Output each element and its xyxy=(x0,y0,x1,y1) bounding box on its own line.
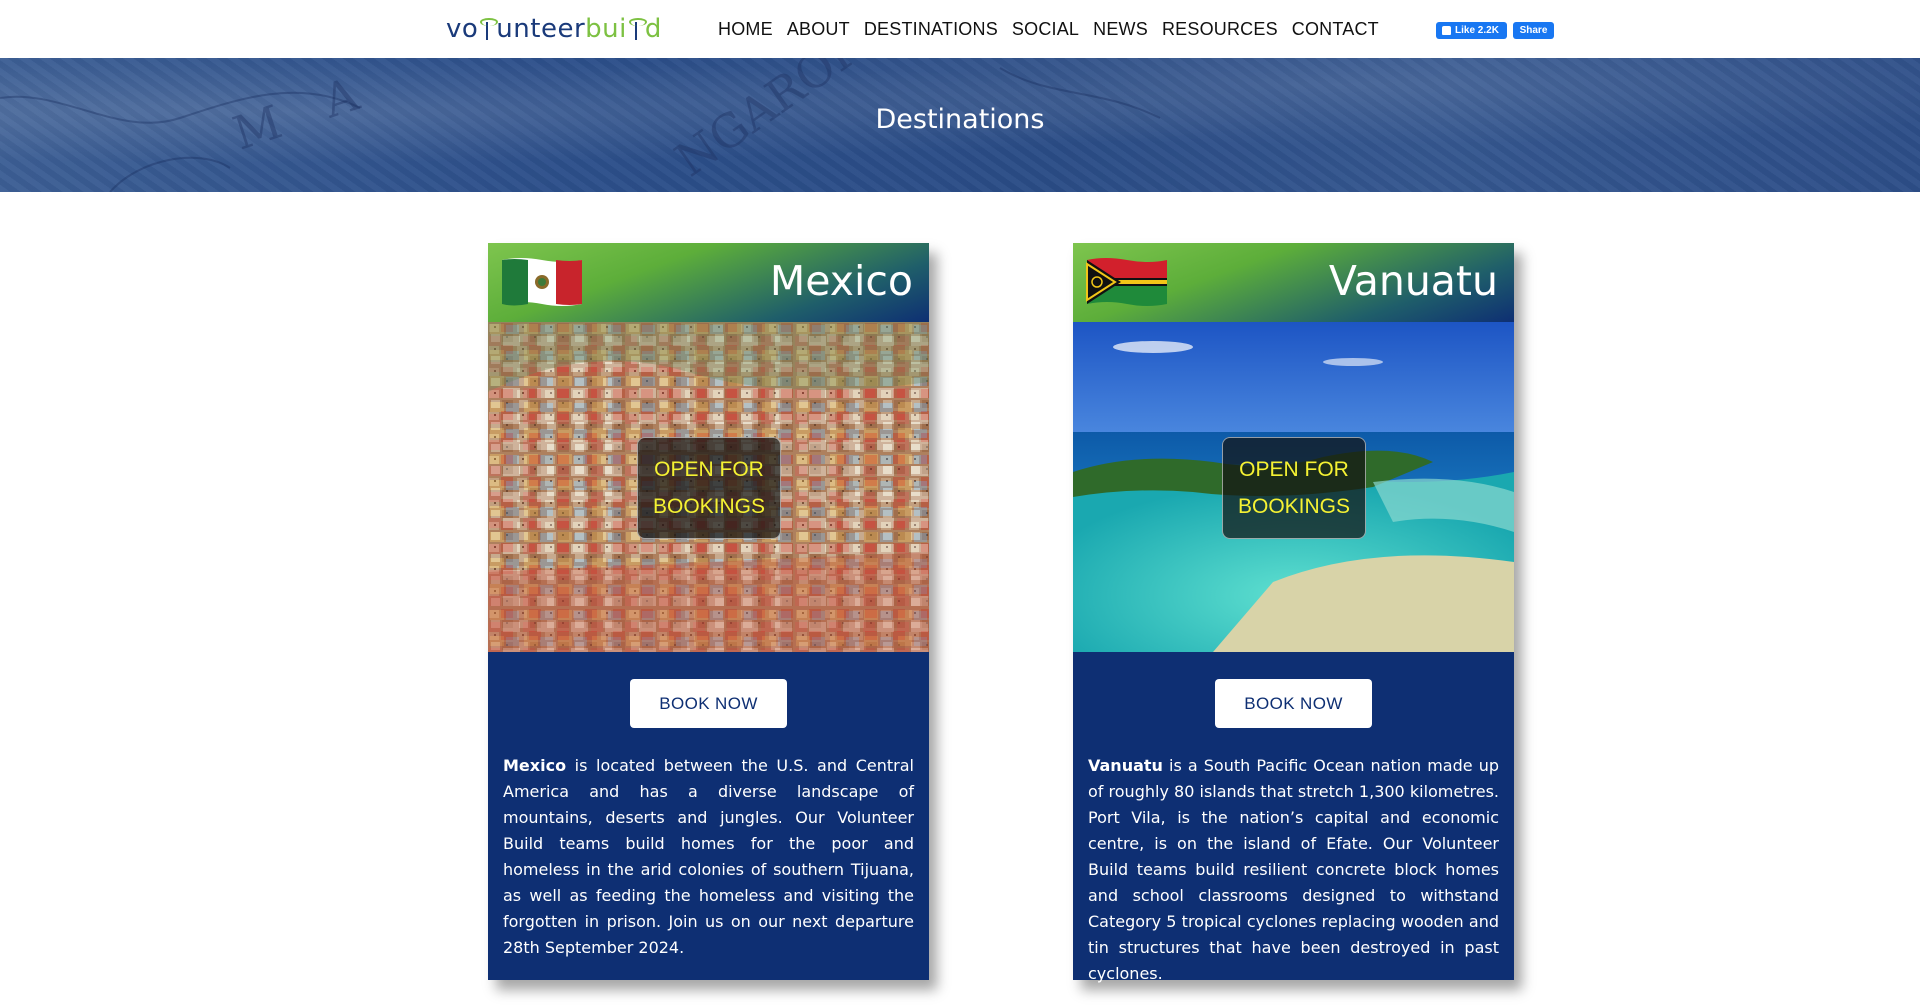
open-for-bookings-badge: OPEN FOR BOOKINGS xyxy=(1222,437,1366,539)
site-header: vo unteer bui d HOME ABOUT DESTINATIONS SOC… xyxy=(0,0,1920,58)
card-header: Mexico xyxy=(488,243,929,322)
destination-card-mexico: Mexico OPEN FOR BOOKINGS BOOK NOW Mexico… xyxy=(488,243,929,980)
logo-tool-icon xyxy=(628,16,647,42)
nav-contact[interactable]: CONTACT xyxy=(1292,19,1379,40)
nav-resources[interactable]: RESOURCES xyxy=(1162,19,1278,40)
mexico-town-photo: OPEN FOR BOOKINGS xyxy=(488,322,929,652)
card-country-title: Mexico xyxy=(769,257,913,305)
thumbs-up-icon xyxy=(1442,26,1451,35)
mexico-flag-icon xyxy=(502,258,582,306)
nav-about[interactable]: ABOUT xyxy=(787,19,850,40)
open-for-bookings-badge: OPEN FOR BOOKINGS xyxy=(637,437,781,539)
card-description: Vanuatu is a South Pacific Ocean nation … xyxy=(1088,756,1499,983)
page-title: Destinations xyxy=(875,104,1045,135)
vanuatu-beach-photo: OPEN FOR BOOKINGS xyxy=(1073,322,1514,652)
destination-card-vanuatu: Vanuatu OPEN FOR BOOKINGS BOOK NOW Vanua… xyxy=(1073,243,1514,983)
book-now-button-vanuatu[interactable]: BOOK NOW xyxy=(1215,679,1372,728)
facebook-like-button[interactable]: Like 2.2K xyxy=(1436,22,1507,39)
card-description: Mexico is located between the U.S. and C… xyxy=(503,756,914,957)
card-header: Vanuatu xyxy=(1073,243,1514,322)
book-now-button-mexico[interactable]: BOOK NOW xyxy=(630,679,787,728)
logo-hammer-icon xyxy=(479,16,499,42)
main-nav: HOME ABOUT DESTINATIONS SOCIAL NEWS RESO… xyxy=(718,0,1393,58)
facebook-share-button[interactable]: Share xyxy=(1513,22,1554,39)
volunteer-build-logo[interactable]: vo unteer bui d xyxy=(446,12,662,46)
card-country-title: Vanuatu xyxy=(1328,257,1498,305)
vanuatu-flag-icon xyxy=(1086,258,1167,306)
page-banner: M A NGAROK Destinations xyxy=(0,58,1920,192)
nav-social[interactable]: SOCIAL xyxy=(1012,19,1079,40)
nav-home[interactable]: HOME xyxy=(718,19,773,40)
nav-destinations[interactable]: DESTINATIONS xyxy=(864,19,998,40)
nav-news[interactable]: NEWS xyxy=(1093,19,1148,40)
